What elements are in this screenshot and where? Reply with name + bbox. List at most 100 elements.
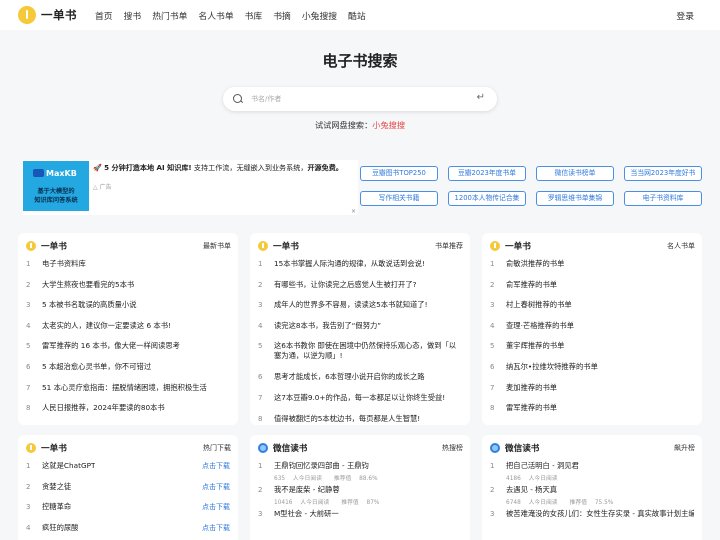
list-item-title[interactable]: 51 本心灵疗愈指南：摆脱情绪困境，拥抱积极生活 — [42, 383, 207, 393]
list-item[interactable]: 1 电子书资料库 — [26, 259, 230, 280]
nav-link-cool-sites[interactable]: 酷站 — [348, 9, 366, 22]
list-item[interactable]: 6 5 本超治愈心灵书单，你不可错过 — [26, 362, 230, 383]
list-item[interactable]: 3 5 本被书名耽误的高质量小说 — [26, 300, 230, 321]
list-item[interactable]: 3 控糖革命 点击下载 — [26, 502, 230, 523]
nav-link-hot-lists[interactable]: 热门书单 — [152, 9, 187, 22]
list-item[interactable]: 1 把自己活明白 - 洞见君 4186 人今日阅读 — [490, 461, 694, 485]
list-item[interactable]: 1 王鼎钧回忆录四部曲 - 王鼎钧 635 人今日阅读 推荐值 88.6% — [258, 461, 462, 485]
download-button[interactable]: 点击下载 — [202, 502, 230, 512]
list-item[interactable]: 4 太老实的人，建议你一定要读这 6 本书! — [26, 321, 230, 342]
brand-logo[interactable]: 一单书 — [18, 6, 77, 24]
search-input[interactable] — [251, 95, 471, 103]
list-item-title[interactable]: 读完这8本书，我告别了“假努力” — [274, 321, 381, 331]
nav-link-famous-lists[interactable]: 名人书单 — [198, 9, 233, 22]
list-item[interactable]: 5 雷军推荐的 16 本书，像大佬一样阅读思考 — [26, 341, 230, 362]
list-item-title[interactable]: 纳瓦尔•拉维坎特推荐的书单 — [506, 362, 598, 372]
list-item-title[interactable]: 俞军推荐的书单 — [506, 280, 557, 290]
list-item[interactable]: 8 人民日报推荐，2024年要读的80本书 — [26, 403, 230, 424]
download-button[interactable]: 点击下载 — [202, 461, 230, 471]
pan-search-link[interactable]: 小兔搜搜 — [372, 120, 405, 130]
list-item-title[interactable]: 值得被翻烂的5本枕边书，每页都是人生智慧! — [274, 414, 420, 424]
list-item-title[interactable]: 这6本书教你 即使在困境中仍然保持乐观心态，做到「以塞为通，以逆为顺」! — [274, 341, 462, 360]
list-item[interactable]: 3 被苦难淹没的女孩儿们：女性生存实录 - 真实故事计划主编 — [490, 509, 694, 530]
list-item[interactable]: 4 查理·芒格推荐的书单 — [490, 321, 694, 342]
list-item[interactable]: 3 M型社会 - 大前研一 — [258, 509, 462, 530]
card-tag-famous[interactable]: 名人书单 — [667, 241, 695, 251]
list-item-title[interactable]: 雷军推荐的书单 — [506, 403, 557, 413]
list-item[interactable]: 1 俞敏洪推荐的书单 — [490, 259, 694, 280]
list-item[interactable]: 3 村上春树推荐的书单 — [490, 300, 694, 321]
tag-biographies[interactable]: 1200本人物传记合集 — [448, 191, 526, 206]
list-item[interactable]: 2 我不是废柴 - 纪静蓉 10416 人今日阅读 推荐值 87% — [258, 485, 462, 509]
list-item-title[interactable]: 麦加推荐的书单 — [506, 383, 557, 393]
list-item-title[interactable]: 5 本超治愈心灵书单，你不可错过 — [42, 362, 151, 372]
list-item[interactable]: 1 这就是ChatGPT 点击下载 — [26, 461, 230, 482]
list-item[interactable]: 1 15本书掌握人际沟通的规律，从敢说话到会说! — [258, 259, 462, 280]
list-item-title[interactable]: 15本书掌握人际沟通的规律，从敢说话到会说! — [274, 259, 425, 269]
card-tag-hot-search[interactable]: 热搜榜 — [442, 443, 463, 453]
list-item[interactable]: 2 大学生熬夜也要看完的5本书 — [26, 280, 230, 301]
list-item-title[interactable]: 成年人的世界多不容易，读读这5本书就知道了! — [274, 300, 428, 310]
list-item[interactable]: 2 贪婪之徒 点击下载 — [26, 482, 230, 503]
list-item-title[interactable]: 电子书资料库 — [42, 259, 86, 269]
list-item[interactable]: 4 读完这8本书，我告别了“假努力” — [258, 321, 462, 342]
download-button[interactable]: 点击下载 — [202, 482, 230, 492]
list-item-title[interactable]: 俞敏洪推荐的书单 — [506, 259, 564, 269]
nav-link-xiaotu[interactable]: 小兔搜搜 — [302, 9, 337, 22]
book-title[interactable]: 去遇见 - 杨天真 — [506, 485, 625, 495]
list-item-title[interactable]: 疯狂的尿酸 — [42, 523, 78, 533]
list-item-title[interactable]: 人民日报推荐，2024年要读的80本书 — [42, 403, 165, 413]
enter-icon[interactable]: ↵ — [477, 92, 485, 103]
book-title[interactable]: M型社会 - 大前研一 — [274, 509, 339, 519]
list-item[interactable]: 8 值得被翻烂的5本枕边书，每页都是人生智慧! — [258, 414, 462, 425]
list-item-title[interactable]: 贪婪之徒 — [42, 482, 71, 492]
login-link[interactable]: 登录 — [676, 9, 694, 22]
tag-luoji-lists[interactable]: 罗辑思维书单集锦 — [536, 191, 614, 206]
list-item-title[interactable]: 大学生熬夜也要看完的5本书 — [42, 280, 134, 290]
tag-weread-rank[interactable]: 微信读书榜单 — [536, 166, 614, 181]
list-item-title[interactable]: 查理·芒格推荐的书单 — [506, 321, 574, 331]
list-item-title[interactable]: 5 本被书名耽误的高质量小说 — [42, 300, 137, 310]
book-title[interactable]: 王鼎钧回忆录四部曲 - 王鼎钧 — [274, 461, 390, 471]
ad-close-icon[interactable]: × — [351, 208, 356, 215]
list-item-title[interactable]: 村上春树推荐的书单 — [506, 300, 572, 310]
ad-text[interactable]: 🚀 5 分钟打造本地 AI 知识库! 支持工作流，无缝嵌入到业务系统，开源免费。 — [93, 163, 355, 173]
ad-image[interactable]: MaxKB 基于大模型的 知识库问答系统 — [23, 161, 89, 211]
list-item-title[interactable]: 思考才能成长，6本哲理小说开启你的成长之路 — [274, 372, 425, 382]
tag-douban-top250[interactable]: 豆瓣图书TOP250 — [360, 166, 438, 181]
list-item[interactable]: 7 这7本豆瓣9.0+的作品，每一本都足以让你终生受益! — [258, 393, 462, 414]
card-tag-recommend[interactable]: 书单推荐 — [435, 241, 463, 251]
nav-link-library[interactable]: 书库 — [245, 9, 263, 22]
list-item-title[interactable]: 董宇辉推荐的书单 — [506, 341, 564, 351]
list-item[interactable]: 2 去遇见 - 杨天真 6748 人今日阅读 推荐值 75.5% — [490, 485, 694, 509]
list-item[interactable]: 7 51 本心灵疗愈指南：摆脱情绪困境，拥抱积极生活 — [26, 383, 230, 404]
list-item-title[interactable]: 太老实的人，建议你一定要读这 6 本书! — [42, 321, 171, 331]
list-item[interactable]: 4 疯狂的尿酸 点击下载 — [26, 523, 230, 540]
list-item-title[interactable]: 这就是ChatGPT — [42, 461, 95, 471]
list-item[interactable]: 6 思考才能成长，6本哲理小说开启你的成长之路 — [258, 372, 462, 393]
card-tag-latest[interactable]: 最新书单 — [203, 241, 231, 251]
list-item[interactable]: 2 俞军推荐的书单 — [490, 280, 694, 301]
list-item[interactable]: 5 董宇辉推荐的书单 — [490, 341, 694, 362]
list-item[interactable]: 6 纳瓦尔•拉维坎特推荐的书单 — [490, 362, 694, 383]
download-button[interactable]: 点击下载 — [202, 523, 230, 533]
tag-dangdang-2023[interactable]: 当当网2023年度好书 — [624, 166, 702, 181]
list-item-title[interactable]: 控糖革命 — [42, 502, 71, 512]
nav-link-home[interactable]: 首页 — [95, 9, 113, 22]
book-title[interactable]: 被苦难淹没的女孩儿们：女性生存实录 - 真实故事计划主编 — [506, 509, 694, 519]
book-title[interactable]: 我不是废柴 - 纪静蓉 — [274, 485, 391, 495]
list-item[interactable]: 8 雷军推荐的书单 — [490, 403, 694, 424]
tag-douban-2023[interactable]: 豆瓣2023年度书单 — [448, 166, 526, 181]
list-item[interactable]: 2 有哪些书，让你读完之后感觉人生被打开了? — [258, 280, 462, 301]
list-item-title[interactable]: 有哪些书，让你读完之后感觉人生被打开了? — [274, 280, 417, 290]
list-item[interactable]: 3 成年人的世界多不容易，读读这5本书就知道了! — [258, 300, 462, 321]
tag-ebook-library[interactable]: 电子书资料库 — [624, 191, 702, 206]
list-item[interactable]: 7 麦加推荐的书单 — [490, 383, 694, 404]
tag-writing-books[interactable]: 写作相关书籍 — [360, 191, 438, 206]
nav-link-excerpts[interactable]: 书摘 — [273, 9, 291, 22]
ad-banner[interactable]: MaxKB 基于大模型的 知识库问答系统 🚀 5 分钟打造本地 AI 知识库! … — [22, 160, 358, 215]
book-title[interactable]: 把自己活明白 - 洞见君 — [506, 461, 579, 471]
list-item-title[interactable]: 雷军推荐的 16 本书，像大佬一样阅读思考 — [42, 341, 180, 351]
card-tag-rising[interactable]: 飙升榜 — [674, 443, 695, 453]
list-item-title[interactable]: 这7本豆瓣9.0+的作品，每一本都足以让你终生受益! — [274, 393, 445, 403]
